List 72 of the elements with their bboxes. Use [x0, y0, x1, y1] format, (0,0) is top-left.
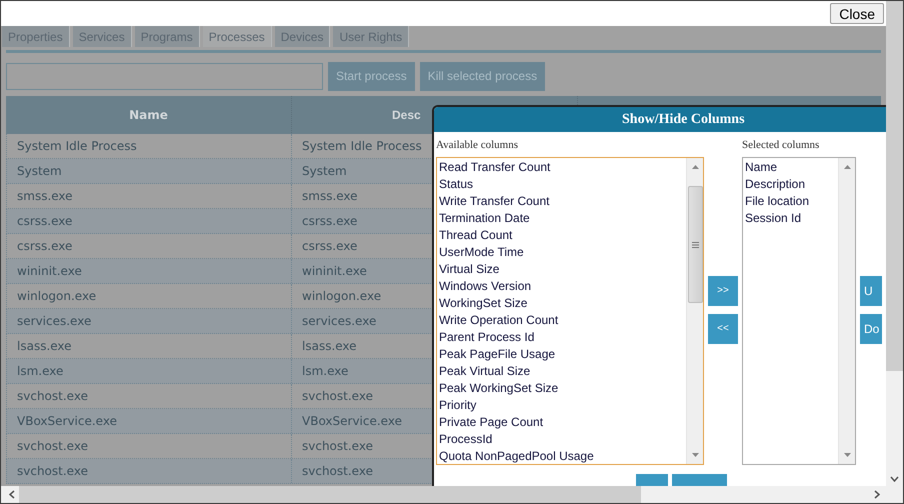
list-option[interactable]: Description [745, 176, 838, 193]
scroll-up-icon[interactable] [690, 164, 700, 170]
table-cell: lsass.exe [7, 334, 292, 358]
list-option[interactable]: Thread Count [439, 227, 686, 244]
table-cell: winlogon.exe [7, 284, 292, 308]
list-scrollbar[interactable] [838, 158, 855, 464]
table-cell-text: lsass.exe [301, 338, 358, 355]
table-cell-text: winlogon.exe [301, 288, 382, 305]
table-cell-text: services.exe [301, 313, 378, 330]
list-option[interactable]: Parent Process Id [439, 329, 686, 346]
list-option[interactable]: Priority [439, 397, 686, 414]
available-columns-list[interactable] [436, 157, 704, 465]
scroll-up-icon[interactable] [842, 164, 852, 170]
table-cell: svchost.exe [7, 384, 292, 408]
table-cell: csrss.exe [7, 234, 292, 258]
horizontal-scrollbar[interactable] [1, 486, 903, 503]
list-option[interactable]: Peak PageFile Usage [439, 346, 686, 363]
list-option[interactable]: Windows Version [439, 278, 686, 295]
table-cell-text: wininit.exe [301, 263, 368, 280]
table-cell: wininit.exe [7, 259, 292, 283]
table-cell-text: System Idle Process [301, 138, 423, 155]
close-button[interactable]: Close [830, 3, 884, 24]
list-option[interactable]: File location [745, 193, 838, 210]
scrollbar-thumb[interactable] [886, 1, 903, 371]
table-cell-text: svchost.exe [301, 388, 374, 405]
table-cell-text: smss.exe [301, 188, 359, 205]
table-cell: VBoxService.exe [7, 409, 292, 433]
table-cell: System [7, 159, 292, 183]
dialog-title: Show/Hide Columns [434, 107, 886, 132]
text-field[interactable] [6, 62, 323, 90]
table-cell-text: csrss.exe [301, 238, 358, 255]
table-cell: csrss.exe [7, 209, 292, 233]
table-cell-text: csrss.exe [301, 213, 358, 230]
scroll-right-icon[interactable] [874, 490, 880, 499]
list-option[interactable]: Read Transfer Count [439, 159, 686, 176]
list-option[interactable]: WorkingSet Size [439, 295, 686, 312]
list-option[interactable]: Peak Virtual Size [439, 363, 686, 380]
list-option[interactable]: Status [439, 176, 686, 193]
table-cell: System Idle Process [7, 134, 292, 158]
list-option[interactable]: Quota NonPagedPool Usage [439, 448, 686, 464]
scrollbar-thumb[interactable] [688, 186, 702, 303]
dialog-button[interactable] [672, 474, 727, 486]
list-option[interactable]: Write Operation Count [439, 312, 686, 329]
table-cell-text: System [301, 163, 348, 180]
scroll-down-icon[interactable] [890, 476, 899, 482]
table-cell: smss.exe [7, 184, 292, 208]
table-cell: svchost.exe [7, 434, 292, 458]
list-option[interactable]: ProcessId [439, 431, 686, 448]
vertical-scrollbar[interactable] [886, 1, 903, 486]
grip-icon [692, 242, 698, 248]
selected-columns-list[interactable]: Name Description File location Session Id [742, 157, 856, 465]
table-cell: lsm.exe [7, 359, 292, 383]
table-cell: services.exe [7, 309, 292, 333]
list-scrollbar[interactable] [686, 158, 703, 464]
list-option[interactable]: Name [745, 159, 838, 176]
scroll-left-icon[interactable] [9, 490, 15, 499]
list-option[interactable]: Termination Date [439, 210, 686, 227]
list-option[interactable]: Session Id [745, 210, 838, 227]
table-cell-text: lsm.exe [301, 363, 350, 380]
table-cell: svchost.exe [7, 459, 292, 483]
table-cell-text: VBoxService.exe [301, 413, 403, 430]
list-option[interactable]: Write Transfer Count [439, 193, 686, 210]
list-option[interactable]: Virtual Size [439, 261, 686, 278]
available-columns-label: Available columns [436, 138, 519, 152]
table-cell-text: svchost.exe [301, 438, 374, 455]
list-option[interactable]: Private Page Count [439, 414, 686, 431]
list-option[interactable]: UserMode Time [439, 244, 686, 261]
table-cell-text: svchost.exe [301, 463, 374, 480]
scrollbar-thumb[interactable] [19, 486, 641, 503]
selected-columns-label: Selected columns [742, 138, 820, 152]
dialog-button[interactable] [636, 474, 668, 486]
list-option[interactable]: Peak WorkingSet Size [439, 380, 686, 397]
